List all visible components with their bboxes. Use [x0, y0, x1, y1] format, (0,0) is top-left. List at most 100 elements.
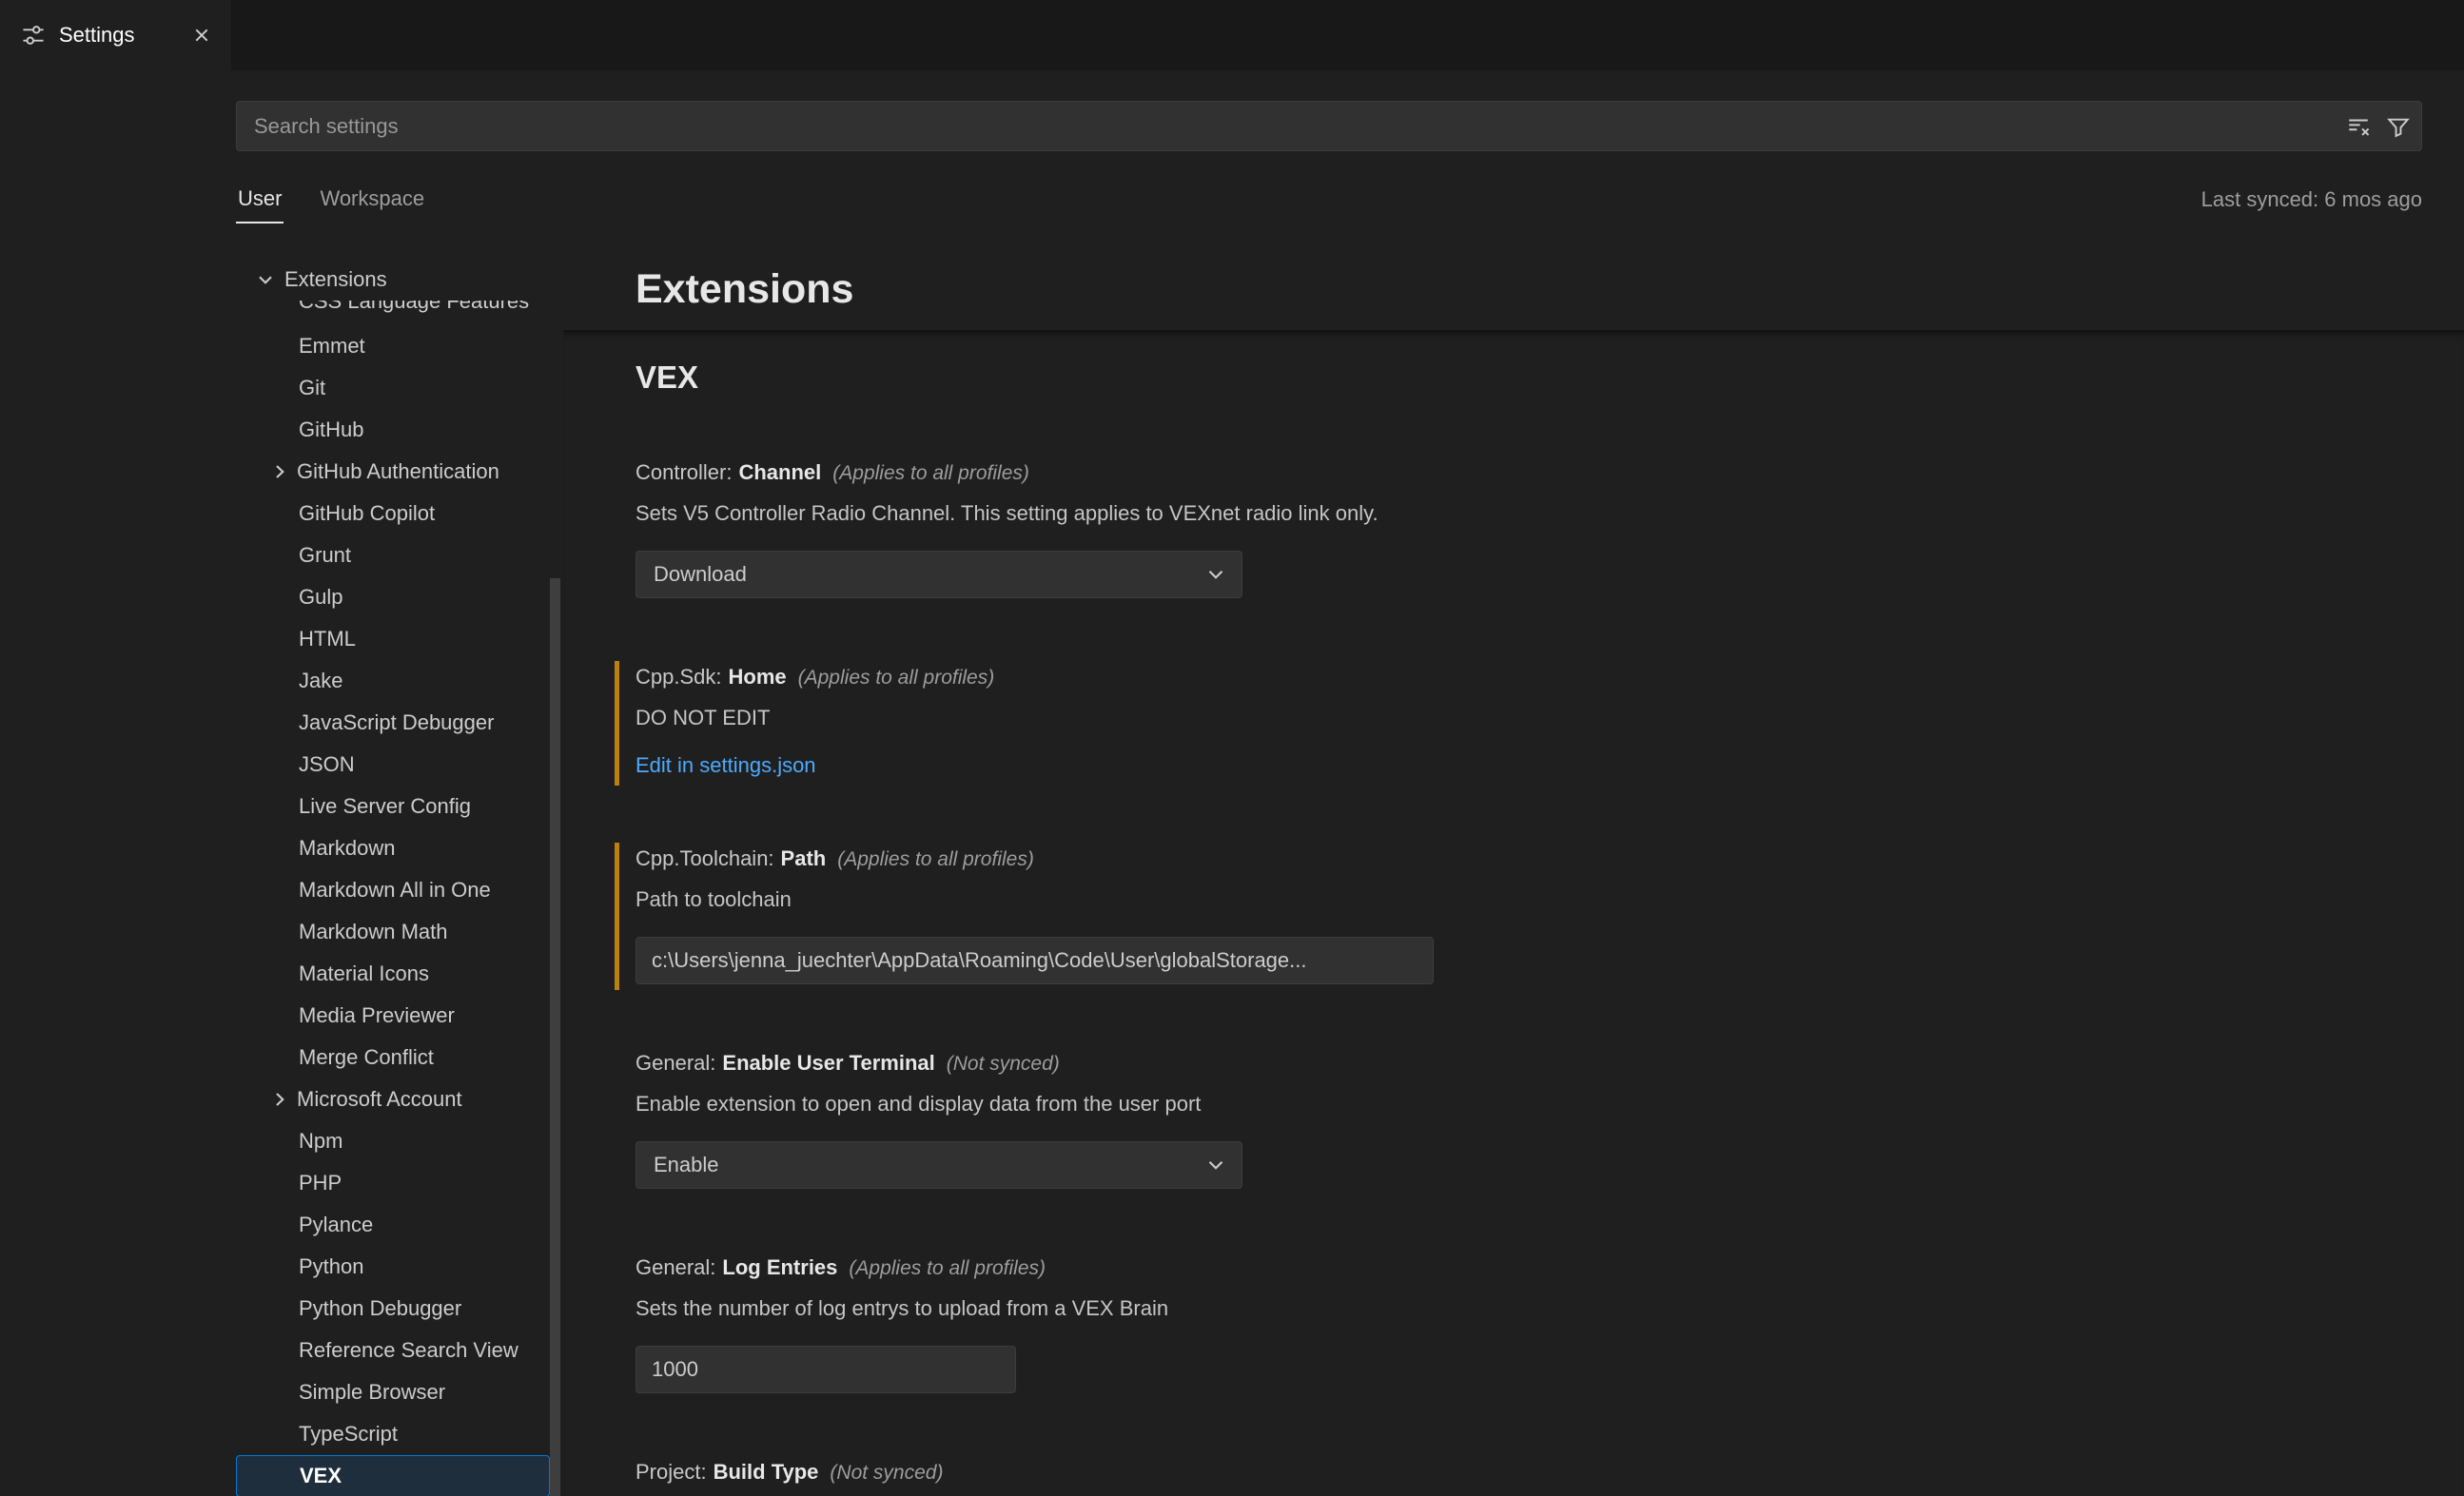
page-title: Extensions [636, 264, 2464, 314]
filter-icon[interactable] [2386, 114, 2411, 139]
settings-sliders-icon [21, 23, 46, 48]
setting-scope: (Applies to all profiles) [832, 462, 1029, 484]
toc-label: Markdown All in One [299, 876, 491, 904]
toc-label: Extensions [284, 265, 387, 294]
setting-category: Cpp.Toolchain: [636, 846, 774, 870]
toc-label: Reference Search View [299, 1336, 518, 1365]
toc-item-github[interactable]: GitHub [236, 409, 550, 451]
toc-item-grunt[interactable]: Grunt [236, 534, 550, 576]
toc-label: GitHub Copilot [299, 499, 435, 528]
setting-description: Sets the number of log entrys to upload … [636, 1294, 2426, 1323]
chevron-right-icon [268, 460, 291, 483]
clear-search-filters-icon[interactable] [2346, 114, 2371, 139]
chevron-down-icon [254, 268, 277, 291]
setting-project-build-type: Project:Build Type(Not synced) [636, 1458, 2426, 1487]
toc-item-microsoft-account[interactable]: Microsoft Account [236, 1078, 550, 1120]
setting-category: General: [636, 1051, 715, 1075]
toc-label: JSON [299, 750, 355, 779]
toc-item-merge-conflict[interactable]: Merge Conflict [236, 1037, 550, 1078]
toc-item-media-previewer[interactable]: Media Previewer [236, 995, 550, 1037]
toc-item-material-icons[interactable]: Material Icons [236, 953, 550, 995]
tab-user[interactable]: User [236, 176, 284, 223]
setting-scope: (Applies to all profiles) [798, 667, 995, 689]
toc-item-simple-browser[interactable]: Simple Browser [236, 1371, 550, 1413]
toc-item-extensions[interactable]: Extensions [236, 259, 550, 301]
toc-item-jake[interactable]: Jake [236, 660, 550, 702]
setting-cpp-toolchain-path: Cpp.Toolchain:Path(Applies to all profil… [636, 845, 2426, 984]
setting-description: DO NOT EDIT [636, 704, 2426, 732]
toc-scrollbar-thumb[interactable] [550, 578, 560, 1496]
setting-category: Project: [636, 1460, 707, 1484]
chevron-right-icon [268, 1088, 291, 1111]
toc-item-python[interactable]: Python [236, 1246, 550, 1288]
toc-item-pylance[interactable]: Pylance [236, 1204, 550, 1246]
chevron-down-icon [1203, 1153, 1228, 1177]
toc-label: Git [299, 374, 325, 402]
toc-label: Media Previewer [299, 1001, 455, 1030]
settings-toc: Extensions CSS Language Features Emmet G… [236, 259, 563, 1496]
toc-label: Pylance [299, 1211, 373, 1239]
toc-item-json[interactable]: JSON [236, 744, 550, 786]
toc-item-php[interactable]: PHP [236, 1162, 550, 1204]
setting-title: Cpp.Sdk:Home(Applies to all profiles) [636, 663, 2426, 692]
setting-title: General:Log Entries(Applies to all profi… [636, 1253, 2426, 1283]
setting-name: Home [729, 665, 787, 689]
toc-item-github-copilot[interactable]: GitHub Copilot [236, 493, 550, 534]
setting-title: Project:Build Type(Not synced) [636, 1458, 2426, 1487]
tab-settings[interactable]: Settings [0, 0, 231, 70]
toc-item-live-server-config[interactable]: Live Server Config [236, 786, 550, 827]
toc-item-markdown[interactable]: Markdown [236, 827, 550, 869]
setting-scope: (Applies to all profiles) [849, 1257, 1046, 1279]
setting-controller-channel: Controller:Channel(Applies to all profil… [636, 458, 2426, 598]
setting-name: Channel [738, 460, 821, 484]
toc-label: GitHub [299, 416, 363, 444]
toc-label: Markdown [299, 834, 395, 863]
toc-label: Markdown Math [299, 918, 448, 946]
toc-item-reference-search-view[interactable]: Reference Search View [236, 1330, 550, 1371]
log-entries-input[interactable] [636, 1346, 1016, 1393]
toc-item-html[interactable]: HTML [236, 618, 550, 660]
setting-enable-user-terminal: General: Enable User Terminal (Not synced)… [636, 1049, 2426, 1189]
toc-label: GitHub Authentication [297, 457, 499, 486]
edit-in-settings-json-link[interactable]: Edit in settings.json [636, 751, 816, 780]
setting-name: Enable User Terminal [722, 1051, 934, 1075]
toc-item-vex[interactable]: VEX [236, 1455, 550, 1496]
toc-label: Python [299, 1253, 364, 1281]
toc-item-github-authentication[interactable]: GitHub Authentication [236, 451, 550, 493]
toc-item-typescript[interactable]: TypeScript [236, 1413, 550, 1455]
toc-label: Gulp [299, 583, 342, 612]
setting-description: Enable extension to open and display dat… [636, 1090, 2426, 1118]
toc-label: Emmet [299, 332, 365, 360]
setting-category: General: [636, 1255, 715, 1279]
toc-item-javascript-debugger[interactable]: JavaScript Debugger [236, 702, 550, 744]
setting-title: Cpp.Toolchain:Path(Applies to all profil… [636, 845, 2426, 874]
toc-item-git[interactable]: Git [236, 367, 550, 409]
toc-label: VEX [300, 1462, 342, 1490]
setting-scope: (Applies to all profiles) [837, 848, 1034, 870]
toc-item-markdown-math[interactable]: Markdown Math [236, 911, 550, 953]
search-input[interactable] [236, 101, 2422, 151]
toc-label: Live Server Config [299, 792, 471, 821]
toc-item-npm[interactable]: Npm [236, 1120, 550, 1162]
enable-user-terminal-select[interactable]: Enable [636, 1141, 1242, 1189]
toc-item-markdown-all-in-one[interactable]: Markdown All in One [236, 869, 550, 911]
toc-item-python-debugger[interactable]: Python Debugger [236, 1288, 550, 1330]
setting-description: Path to toolchain [636, 885, 2426, 914]
select-value: Download [654, 562, 747, 587]
setting-scope: (Not synced) [947, 1053, 1060, 1075]
toc-item-emmet[interactable]: Emmet [236, 325, 550, 367]
toc-label: Material Icons [299, 960, 429, 988]
close-icon[interactable] [187, 21, 216, 49]
setting-name: Build Type [714, 1460, 819, 1484]
toc-label: Microsoft Account [297, 1085, 462, 1114]
search-row [236, 101, 2422, 151]
toc-label: Python Debugger [299, 1294, 461, 1323]
toolchain-path-input[interactable] [636, 937, 1434, 984]
section-header-vex: VEX [636, 358, 2426, 398]
select-value: Enable [654, 1153, 719, 1177]
toc-item-gulp[interactable]: Gulp [236, 576, 550, 618]
channel-select[interactable]: Download [636, 551, 1242, 598]
tab-workspace[interactable]: Workspace [318, 176, 426, 223]
setting-title: Controller:Channel(Applies to all profil… [636, 458, 2426, 488]
toc-item-css-language-features[interactable]: CSS Language Features [236, 301, 550, 325]
